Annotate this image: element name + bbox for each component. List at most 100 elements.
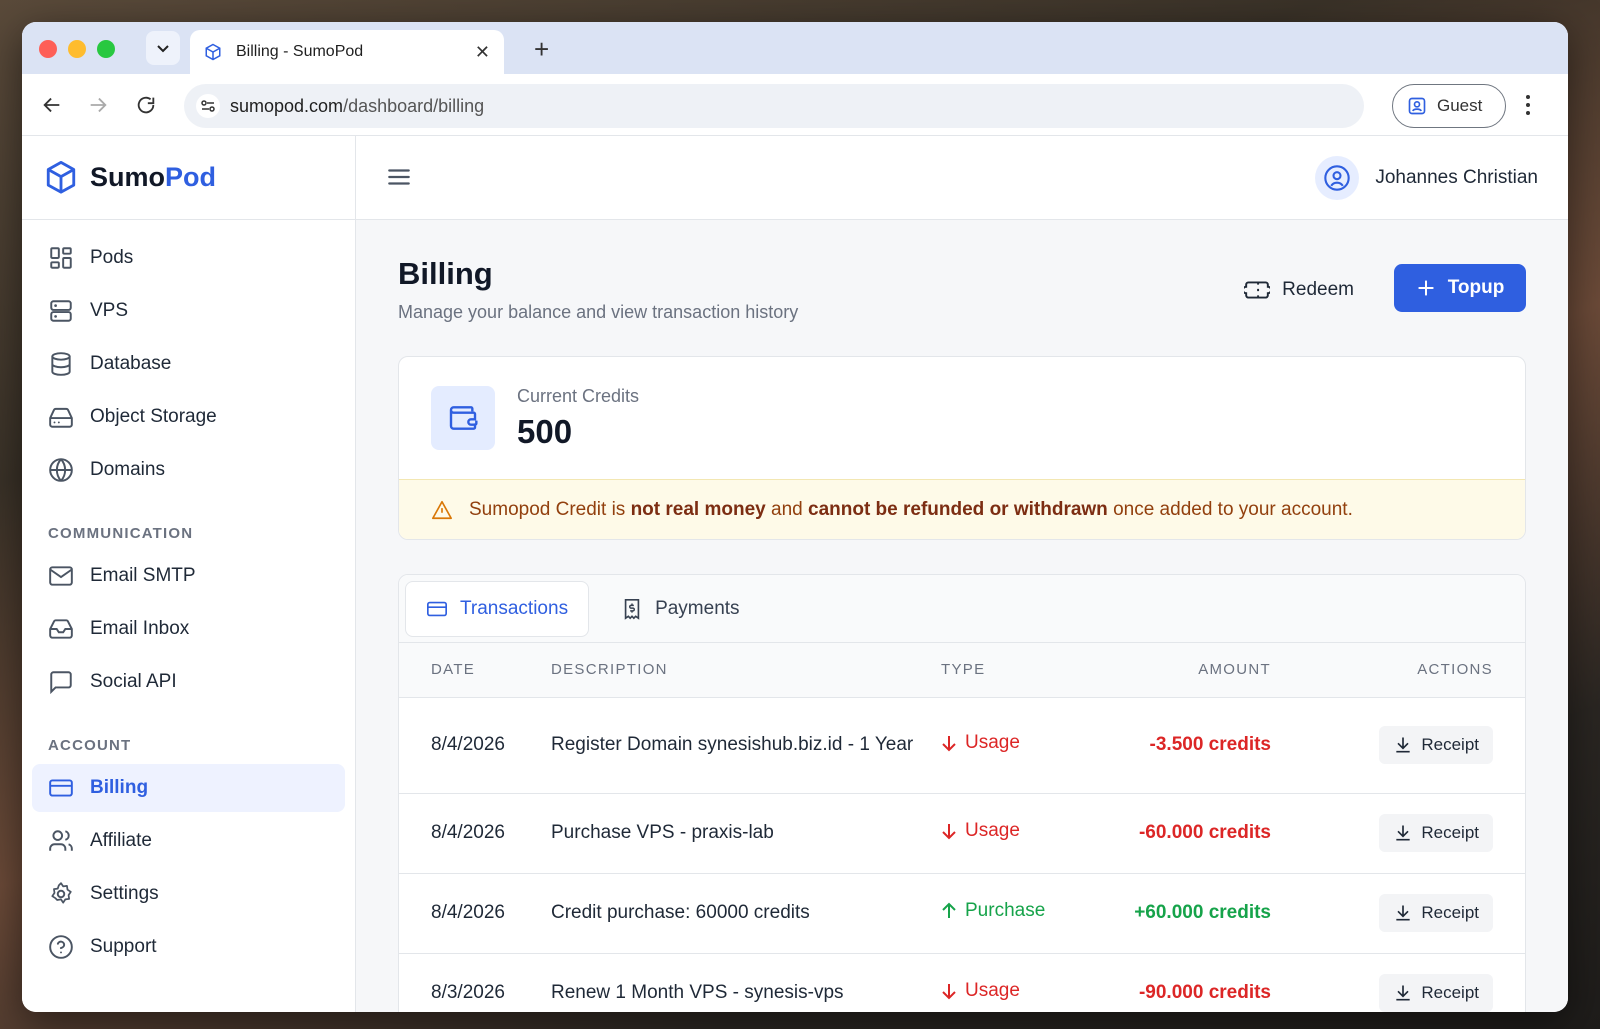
receipt-button[interactable]: Receipt <box>1379 814 1493 852</box>
page-header: Billing Manage your balance and view tra… <box>398 256 1526 356</box>
sidebar-item-pods[interactable]: Pods <box>32 234 345 282</box>
receipt-button[interactable]: Receipt <box>1379 894 1493 932</box>
avatar <box>1315 156 1360 200</box>
site-settings-icon[interactable] <box>196 94 220 118</box>
browser-menu-button[interactable] <box>1525 94 1531 121</box>
arrow-down-icon <box>942 984 956 1000</box>
receipt-button[interactable]: Receipt <box>1379 726 1493 764</box>
cell-amount: -90.000 credits <box>1071 953 1271 1012</box>
hard-drive-icon <box>49 407 73 428</box>
tab-transactions[interactable]: Transactions <box>405 580 590 637</box>
redeem-label: Redeem <box>1282 279 1354 300</box>
redeem-button[interactable]: Redeem <box>1232 266 1366 314</box>
sidebar-item-support[interactable]: Support <box>32 923 345 971</box>
receipt-button[interactable]: Receipt <box>1379 974 1493 1012</box>
sidebar-item-label: Settings <box>90 883 159 904</box>
close-window-button[interactable] <box>39 40 57 58</box>
logo-cube-icon <box>46 160 76 194</box>
sidebar-item-social-api[interactable]: Social API <box>32 658 345 706</box>
wallet-icon <box>449 406 478 430</box>
users-icon <box>49 830 73 851</box>
cell-date: 8/3/2026 <box>399 953 551 1012</box>
inbox-icon <box>49 619 73 639</box>
database-icon <box>51 352 71 376</box>
column-header-description: DESCRIPTION <box>551 643 941 698</box>
column-header-type: TYPE <box>941 643 1071 698</box>
user-menu[interactable]: Johannes Christian <box>1315 156 1538 200</box>
sidebar-item-email-smtp[interactable]: Email SMTP <box>32 552 345 600</box>
sidebar-item-label: Pods <box>90 247 134 268</box>
download-icon <box>1396 905 1411 921</box>
message-square-icon <box>50 671 72 695</box>
cell-actions: Receipt <box>1271 793 1525 874</box>
sidebar-item-email-inbox[interactable]: Email Inbox <box>32 605 345 653</box>
tabs: Transactions Payments <box>399 575 1525 643</box>
grid-icon <box>50 247 72 269</box>
url-path: /dashboard/billing <box>343 95 485 116</box>
cell-description: Purchase VPS - praxis-lab <box>551 793 941 874</box>
user-name: Johannes Christian <box>1375 167 1538 188</box>
cell-amount: -60.000 credits <box>1071 793 1271 874</box>
profile-icon <box>1408 97 1426 115</box>
profile-button[interactable]: Guest <box>1392 84 1506 128</box>
warning-triangle-icon <box>432 500 452 519</box>
new-tab-button[interactable]: + <box>534 34 549 65</box>
reload-button[interactable] <box>134 93 158 117</box>
table-row: 8/3/2026 Renew 1 Month VPS - synesis-vps… <box>399 953 1525 1012</box>
plus-icon <box>1418 280 1434 296</box>
column-header-date: DATE <box>399 643 551 698</box>
column-header-actions: ACTIONS <box>1271 643 1525 698</box>
back-button[interactable] <box>40 93 64 117</box>
transactions-table: DATE DESCRIPTION TYPE AMOUNT ACTIONS 8/4… <box>399 643 1525 1012</box>
sidebar-item-affiliate[interactable]: Affiliate <box>32 817 345 865</box>
sidebar-item-billing[interactable]: Billing <box>32 764 345 812</box>
maximize-window-button[interactable] <box>97 40 115 58</box>
credits-summary: Current Credits 500 <box>399 357 1525 479</box>
topup-button[interactable]: Topup <box>1394 264 1526 312</box>
forward-button[interactable] <box>86 93 110 117</box>
tab-payments[interactable]: Payments <box>601 581 759 637</box>
download-icon <box>1396 825 1411 841</box>
sidebar-item-domains[interactable]: Domains <box>32 446 345 494</box>
reload-icon <box>137 96 155 114</box>
tab-search-button[interactable] <box>146 31 180 65</box>
sidebar-item-object-storage[interactable]: Object Storage <box>32 393 345 441</box>
tab-label: Transactions <box>460 597 569 619</box>
logo[interactable]: SumoPod <box>22 136 355 220</box>
arrow-right-icon <box>90 97 107 113</box>
server-icon <box>50 300 72 322</box>
tab-strip: Billing - SumoPod ✕ + <box>22 22 1568 74</box>
sidebar-item-database[interactable]: Database <box>32 340 345 388</box>
sidebar-item-settings[interactable]: Settings <box>32 870 345 918</box>
sidebar-item-label: VPS <box>90 300 129 321</box>
address-bar[interactable]: sumopod.com/dashboard/billing <box>184 84 1364 128</box>
mail-icon <box>49 566 73 586</box>
globe-icon <box>49 458 73 482</box>
sidebar-item-label: Domains <box>90 459 165 480</box>
sidebar-item-label: Support <box>90 936 157 957</box>
table-row: 8/4/2026 Purchase VPS - praxis-lab Usage… <box>399 793 1525 874</box>
close-tab-icon[interactable]: ✕ <box>475 42 490 63</box>
sidebar-item-label: Email SMTP <box>90 565 196 586</box>
cell-amount: -3.500 credits <box>1071 697 1271 794</box>
cell-type: Usage <box>941 793 1071 874</box>
sidebar-nav: Pods VPS Database Object Storage Domains <box>22 220 355 990</box>
browser-tab[interactable]: Billing - SumoPod ✕ <box>190 30 504 74</box>
sidebar-item-vps[interactable]: VPS <box>32 287 345 335</box>
cell-date: 8/4/2026 <box>399 873 551 954</box>
column-header-amount: AMOUNT <box>1071 643 1271 698</box>
menu-toggle-button[interactable] <box>386 164 412 195</box>
arrow-down-icon <box>942 824 956 840</box>
logo-text: SumoPod <box>90 162 217 192</box>
url-host: sumopod.com <box>230 95 344 116</box>
cell-actions: Receipt <box>1271 873 1525 954</box>
app-root: SumoPod Pods VPS Database Object Storage… <box>22 136 1568 1012</box>
download-icon <box>1396 985 1411 1001</box>
tab-title: Billing - SumoPod <box>236 43 364 60</box>
credit-warning-banner: Sumopod Credit is not real money and can… <box>399 479 1525 539</box>
credits-label: Current Credits <box>517 385 640 406</box>
cell-actions: Receipt <box>1271 953 1525 1012</box>
credits-value: 500 <box>517 412 573 450</box>
arrow-down-icon <box>942 736 956 752</box>
minimize-window-button[interactable] <box>68 40 86 58</box>
